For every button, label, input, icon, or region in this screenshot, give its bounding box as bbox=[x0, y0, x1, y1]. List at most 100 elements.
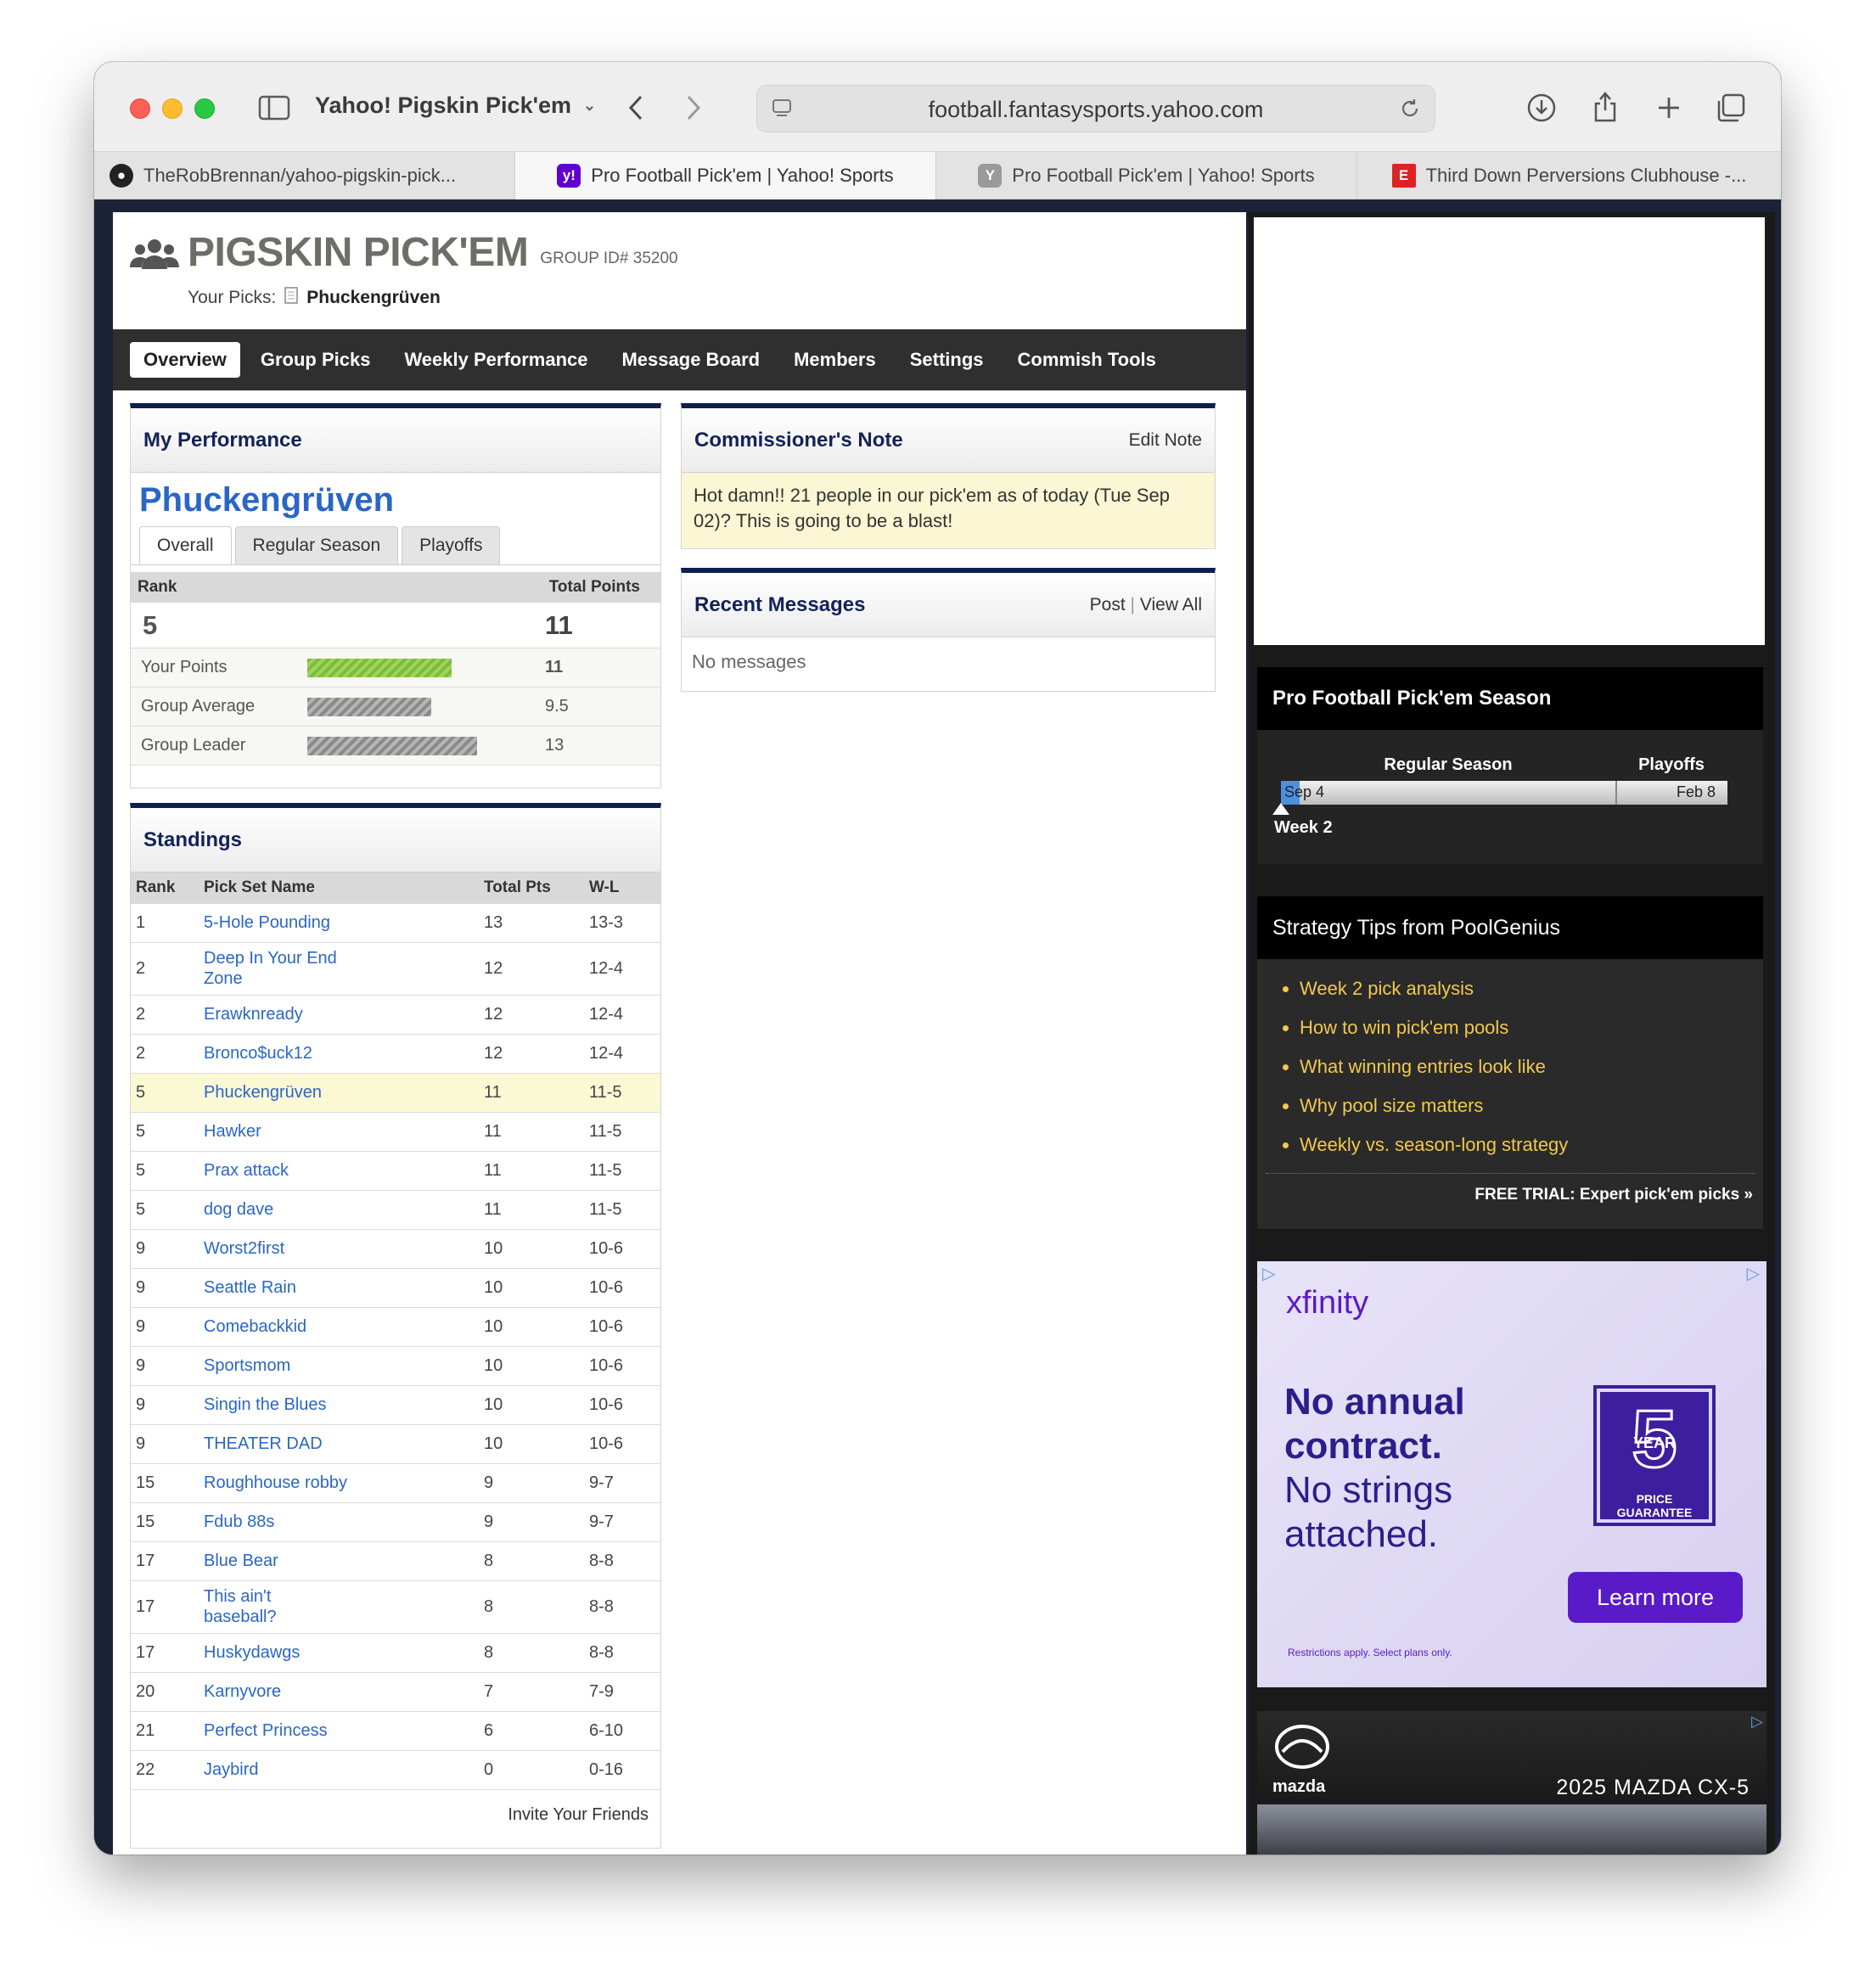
chevron-down-icon: ⌄ bbox=[583, 97, 597, 114]
pick-set-link[interactable]: 5-Hole Pounding bbox=[204, 913, 330, 932]
tab-overview-icon[interactable] bbox=[1714, 91, 1748, 125]
pick-set-link[interactable]: Hawker bbox=[204, 1122, 261, 1141]
panel-header: Recent Messages Post | View All bbox=[682, 573, 1215, 637]
tab-yahoo-second[interactable]: Y Pro Football Pick'em | Yahoo! Sports bbox=[936, 152, 1357, 199]
name-cell: Deep In Your End Zone bbox=[199, 942, 479, 996]
pick-set-link[interactable]: Seattle Rain bbox=[204, 1278, 296, 1297]
ad-choices-icon[interactable]: ▷ bbox=[1747, 1263, 1760, 1284]
name-cell: 5-Hole Pounding bbox=[199, 903, 479, 943]
nav-weekly-performance[interactable]: Weekly Performance bbox=[390, 342, 601, 378]
sidebar-icon[interactable] bbox=[257, 93, 291, 123]
tab-group-title[interactable]: Yahoo! Pigskin Pick'em ⌄ bbox=[315, 93, 596, 119]
tip-link[interactable]: Week 2 pick analysis bbox=[1300, 978, 1763, 1000]
table-row: 9 Seattle Rain 10 10-6 bbox=[131, 1268, 660, 1308]
pick-set-link[interactable]: Karnyvore bbox=[204, 1682, 281, 1701]
nav-overview[interactable]: Overview bbox=[130, 342, 240, 378]
tab-playoffs[interactable]: Playoffs bbox=[402, 526, 501, 564]
panel-title: Standings bbox=[143, 828, 243, 851]
close-window-button[interactable] bbox=[130, 98, 150, 119]
zoom-window-button[interactable] bbox=[194, 98, 215, 119]
pick-set-name[interactable]: Phuckengrüven bbox=[131, 473, 660, 525]
pick-set-link[interactable]: Roughhouse robby bbox=[204, 1473, 347, 1492]
view-all-link[interactable]: View All bbox=[1140, 595, 1202, 615]
ad-choices-icon[interactable]: ▷ bbox=[1751, 1713, 1763, 1731]
tab-github[interactable]: ● TheRobBrennan/yahoo-pigskin-pick... bbox=[94, 152, 515, 199]
back-arrow-icon[interactable] bbox=[621, 91, 651, 125]
wl-cell: 10-6 bbox=[584, 1229, 660, 1269]
url-text: football.fantasysports.yahoo.com bbox=[928, 97, 1264, 122]
total-points-header: Total Points bbox=[548, 578, 640, 596]
minimize-window-button[interactable] bbox=[162, 98, 183, 119]
address-bar[interactable]: football.fantasysports.yahoo.com bbox=[756, 85, 1435, 132]
total-value: 11 bbox=[545, 609, 573, 640]
post-link[interactable]: Post bbox=[1090, 595, 1126, 615]
playoffs-divider bbox=[1615, 781, 1617, 805]
rank-cell: 20 bbox=[131, 1672, 199, 1712]
pick-set-link[interactable]: Sportsmom bbox=[204, 1356, 290, 1375]
tip-link[interactable]: Weekly vs. season-long strategy bbox=[1300, 1134, 1763, 1156]
name-cell: THEATER DAD bbox=[199, 1424, 479, 1464]
pick-set-link[interactable]: Jaybird bbox=[204, 1760, 258, 1779]
pts-cell: 0 bbox=[479, 1750, 584, 1790]
edit-note-link[interactable]: Edit Note bbox=[1129, 430, 1202, 451]
pick-set-link[interactable]: Fdub 88s bbox=[204, 1512, 274, 1531]
pick-set-link[interactable]: Singin the Blues bbox=[204, 1395, 327, 1414]
invite-friends-link[interactable]: Invite Your Friends bbox=[131, 1790, 660, 1825]
pick-set-link[interactable]: Prax attack bbox=[204, 1161, 289, 1180]
ad-choices-icon[interactable]: ▷ bbox=[1262, 1263, 1275, 1284]
your-picks-name[interactable]: Phuckengrüven bbox=[306, 288, 441, 308]
pick-set-link[interactable]: This ain't baseball? bbox=[204, 1586, 348, 1627]
learn-more-button[interactable]: Learn more bbox=[1568, 1572, 1743, 1623]
your-picks: Your Picks: Phuckengrüven bbox=[188, 287, 441, 309]
rank-cell: 5 bbox=[131, 1151, 199, 1191]
pts-cell: 6 bbox=[479, 1711, 584, 1751]
name-cell: Huskydawgs bbox=[199, 1633, 479, 1673]
ad-subheadline: No strings attached. bbox=[1284, 1469, 1453, 1555]
season-heading: Pro Football Pick'em Season bbox=[1257, 667, 1763, 730]
new-tab-icon[interactable] bbox=[1652, 91, 1686, 125]
pick-set-link[interactable]: THEATER DAD bbox=[204, 1434, 323, 1453]
performance-row: Group Leader 13 bbox=[131, 727, 660, 766]
share-icon[interactable] bbox=[1588, 87, 1622, 125]
pts-cell: 8 bbox=[479, 1541, 584, 1581]
tab-espn[interactable]: E Third Down Perversions Clubhouse -... bbox=[1357, 152, 1781, 199]
nav-commish-tools[interactable]: Commish Tools bbox=[1004, 342, 1170, 378]
pick-set-link[interactable]: dog dave bbox=[204, 1200, 273, 1219]
tab-yahoo-active[interactable]: y! Pro Football Pick'em | Yahoo! Sports bbox=[515, 152, 936, 199]
tip-link[interactable]: What winning entries look like bbox=[1300, 1056, 1763, 1078]
nav-members[interactable]: Members bbox=[780, 342, 890, 378]
nav-group-picks[interactable]: Group Picks bbox=[247, 342, 385, 378]
tip-link[interactable]: How to win pick'em pools bbox=[1300, 1017, 1763, 1039]
pick-set-link[interactable]: Deep In Your End Zone bbox=[204, 948, 348, 989]
mazda-ad[interactable]: ▷ mazda 2025 MAZDA CX-5 bbox=[1257, 1711, 1766, 1855]
free-trial-link[interactable]: FREE TRIAL: Expert pick'em picks » bbox=[1257, 1174, 1763, 1204]
pick-set-link[interactable]: Comebackkid bbox=[204, 1317, 306, 1336]
performance-table-header: Rank Total Points bbox=[131, 572, 660, 603]
tip-link[interactable]: Why pool size matters bbox=[1300, 1095, 1763, 1117]
nav-message-board[interactable]: Message Board bbox=[608, 342, 773, 378]
download-icon[interactable] bbox=[1525, 91, 1559, 125]
pick-set-link[interactable]: Huskydawgs bbox=[204, 1643, 300, 1662]
page-viewport: PIGSKIN PICK'EM GROUP ID# 35200 Your Pic… bbox=[94, 200, 1781, 1855]
rank-cell: 17 bbox=[131, 1580, 199, 1634]
group-id: GROUP ID# 35200 bbox=[540, 250, 678, 267]
pick-set-link[interactable]: Blue Bear bbox=[204, 1552, 278, 1570]
pick-set-link[interactable]: Worst2first bbox=[204, 1239, 284, 1258]
nav-settings[interactable]: Settings bbox=[896, 342, 997, 378]
performance-row-label: Group Leader bbox=[141, 736, 246, 755]
pick-set-link[interactable]: Perfect Princess bbox=[204, 1721, 328, 1740]
season-end-date: Feb 8 bbox=[1676, 783, 1716, 800]
pts-cell: 11 bbox=[479, 1190, 584, 1230]
badge-subtitle: PRICE GUARANTEE bbox=[1616, 1492, 1693, 1519]
wl-cell: 10-6 bbox=[584, 1307, 660, 1347]
tab-overall[interactable]: Overall bbox=[139, 526, 232, 564]
pick-set-link[interactable]: Phuckengrüven bbox=[204, 1083, 322, 1102]
pick-set-link[interactable]: Bronco$uck12 bbox=[204, 1044, 312, 1063]
tab-regular-season[interactable]: Regular Season bbox=[234, 526, 399, 564]
table-row: 9 Singin the Blues 10 10-6 bbox=[131, 1385, 660, 1425]
xfinity-ad[interactable]: ▷ ▷ xfinity No annual contract. No strin… bbox=[1257, 1261, 1766, 1687]
reload-icon[interactable] bbox=[1397, 96, 1423, 121]
rank-cell: 17 bbox=[131, 1541, 199, 1581]
forward-arrow-icon[interactable] bbox=[678, 91, 709, 125]
pick-set-link[interactable]: Erawknready bbox=[204, 1005, 303, 1024]
